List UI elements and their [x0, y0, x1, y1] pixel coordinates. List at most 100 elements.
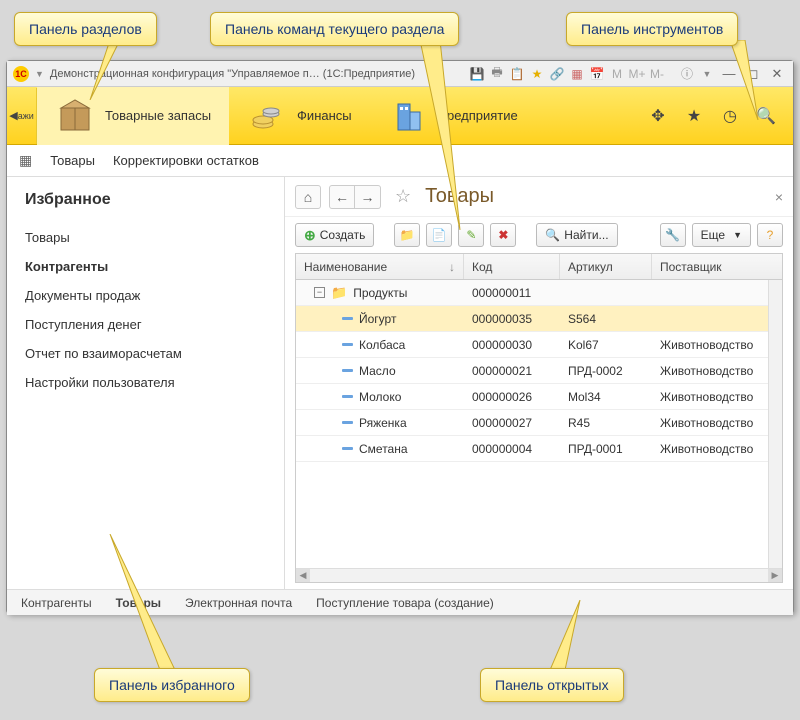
settings-button[interactable]: 🔧: [660, 223, 686, 247]
wrench-icon: 🔧: [665, 228, 680, 242]
section-inventory[interactable]: Товарные запасы: [37, 87, 229, 145]
info-icon[interactable]: ⓘ: [679, 66, 695, 82]
open-item[interactable]: Электронная почта: [185, 596, 292, 610]
fav-item[interactable]: Контрагенты: [25, 252, 266, 281]
open-item[interactable]: Товары: [116, 596, 161, 610]
mplus-icon[interactable]: M+: [629, 66, 645, 82]
open-item[interactable]: Поступление товара (создание): [316, 596, 494, 610]
item-icon: [342, 317, 353, 320]
calendar-icon[interactable]: 📅: [589, 66, 605, 82]
star-icon[interactable]: ★: [529, 66, 545, 82]
section-label: Товарные запасы: [105, 108, 211, 123]
save-icon[interactable]: 💾: [469, 66, 485, 82]
calc-icon[interactable]: ▦: [569, 66, 585, 82]
plus-icon: ⊕: [304, 227, 316, 244]
help-button[interactable]: ?: [757, 223, 783, 247]
cmd-item-corrections[interactable]: Корректировки остатков: [113, 153, 259, 168]
table-row[interactable]: Ряженка 000000027 R45 Животноводство: [296, 410, 782, 436]
fav-item[interactable]: Поступления денег: [25, 310, 266, 339]
table-row[interactable]: Масло 000000021 ПРД-0002 Животноводство: [296, 358, 782, 384]
data-grid: Наименование↓ Код Артикул Поставщик −📁Пр…: [295, 253, 783, 583]
grid-icon[interactable]: ▦: [19, 152, 32, 169]
close-icon[interactable]: ✕: [767, 66, 787, 82]
open-panel: Контрагенты Товары Электронная почта Пос…: [7, 589, 793, 615]
edit-button[interactable]: ✎: [458, 223, 484, 247]
home-button[interactable]: ⌂: [295, 185, 321, 209]
col-article[interactable]: Артикул: [560, 254, 652, 279]
link-icon[interactable]: 🔗: [549, 66, 565, 82]
callout-commands: Панель команд текущего раздела: [210, 12, 459, 46]
col-supplier[interactable]: Поставщик: [652, 254, 782, 279]
delete-button[interactable]: ✖: [490, 223, 516, 247]
building-icon: [388, 96, 428, 136]
help-icon: ?: [767, 228, 774, 242]
table-row[interactable]: Сметана 000000004 ПРД-0001 Животноводств…: [296, 436, 782, 462]
item-icon: [342, 369, 353, 372]
sections-tools: ✥ ★ ◷ 🔍: [649, 107, 793, 125]
delete-icon: ✖: [498, 228, 508, 242]
callout-favorites: Панель избранного: [94, 668, 250, 702]
grid-body: −📁Продукты 000000011 Йогурт 000000035 S5…: [296, 280, 782, 462]
table-row[interactable]: Молоко 000000026 Mol34 Животноводство: [296, 384, 782, 410]
item-icon: [342, 447, 353, 450]
minimize-icon[interactable]: —: [719, 66, 739, 82]
titlebar: 1C ▼ Демонстрационная конфигурация "Упра…: [7, 61, 793, 87]
print-icon[interactable]: 🖶: [489, 66, 505, 82]
table-row[interactable]: −📁Продукты 000000011: [296, 280, 782, 306]
item-icon: [342, 395, 353, 398]
table-row[interactable]: Йогурт 000000035 S564: [296, 306, 782, 332]
app-window: 1C ▼ Демонстрационная конфигурация "Упра…: [6, 60, 794, 614]
fav-item[interactable]: Отчет по взаиморасчетам: [25, 339, 266, 368]
favorite-star-icon[interactable]: ★: [685, 107, 703, 125]
section-enterprise[interactable]: Предприятие: [370, 87, 536, 145]
back-button[interactable]: ←: [329, 185, 355, 209]
dropdown2-icon[interactable]: ▼: [699, 66, 715, 82]
toolbar: ⊕Создать 📁 📄 ✎ ✖ 🔍Найти... 🔧 Еще▼ ?: [285, 217, 793, 253]
more-button[interactable]: Еще▼: [692, 223, 751, 247]
collapse-icon[interactable]: −: [314, 287, 325, 298]
folder-icon: 📁: [331, 285, 347, 301]
section-label: Финансы: [297, 108, 352, 123]
chevron-down-icon: ▼: [733, 230, 742, 240]
open-item[interactable]: Контрагенты: [21, 596, 92, 610]
section-finance[interactable]: Финансы: [229, 87, 370, 145]
sections-panel: ◀ ажи Товарные запасы Финансы Предприяти…: [7, 87, 793, 145]
fav-item[interactable]: Документы продаж: [25, 281, 266, 310]
maximize-icon[interactable]: ◻: [743, 66, 763, 82]
callout-tools: Панель инструментов: [566, 12, 738, 46]
favorites-panel: Избранное Товары Контрагенты Документы п…: [7, 177, 285, 589]
favorites-title: Избранное: [25, 191, 266, 209]
close-page-button[interactable]: ×: [775, 189, 783, 205]
section-nav-back[interactable]: ◀ ажи: [7, 88, 37, 144]
main-area: ⌂ ← → ☆ Товары × ⊕Создать 📁 📄 ✎ ✖ 🔍Найти…: [285, 177, 793, 589]
item-icon: [342, 421, 353, 424]
star-outline-icon[interactable]: ☆: [395, 186, 411, 207]
copy-button[interactable]: 📄: [426, 223, 452, 247]
table-row[interactable]: Колбаса 000000030 Kol67 Животноводство: [296, 332, 782, 358]
app-logo-icon: 1C: [13, 66, 29, 82]
window-title: Демонстрационная конфигурация "Управляем…: [50, 68, 415, 80]
create-button[interactable]: ⊕Создать: [295, 223, 374, 247]
magnifier-icon: 🔍: [545, 228, 560, 242]
create-folder-button[interactable]: 📁: [394, 223, 420, 247]
fav-item[interactable]: Настройки пользователя: [25, 368, 266, 397]
scrollbar-vertical[interactable]: [768, 280, 782, 568]
search-icon[interactable]: 🔍: [757, 107, 775, 125]
scrollbar-horizontal[interactable]: ◀▶: [296, 568, 782, 582]
forward-button[interactable]: →: [355, 185, 381, 209]
copy-icon[interactable]: 📋: [509, 66, 525, 82]
mminus-icon[interactable]: M-: [649, 66, 665, 82]
move-icon[interactable]: ✥: [649, 107, 667, 125]
cmd-item-products[interactable]: Товары: [50, 153, 95, 168]
callout-sections: Панель разделов: [14, 12, 157, 46]
dropdown-icon[interactable]: ▼: [35, 69, 44, 79]
section-label: Предприятие: [438, 108, 518, 123]
history-icon[interactable]: ◷: [721, 107, 739, 125]
col-code[interactable]: Код: [464, 254, 560, 279]
page-title: Товары: [425, 185, 494, 208]
copy-plus-icon: 📄: [432, 228, 447, 242]
find-button[interactable]: 🔍Найти...: [536, 223, 617, 247]
fav-item[interactable]: Товары: [25, 223, 266, 252]
m-icon[interactable]: M: [609, 66, 625, 82]
col-name[interactable]: Наименование↓: [296, 254, 464, 279]
